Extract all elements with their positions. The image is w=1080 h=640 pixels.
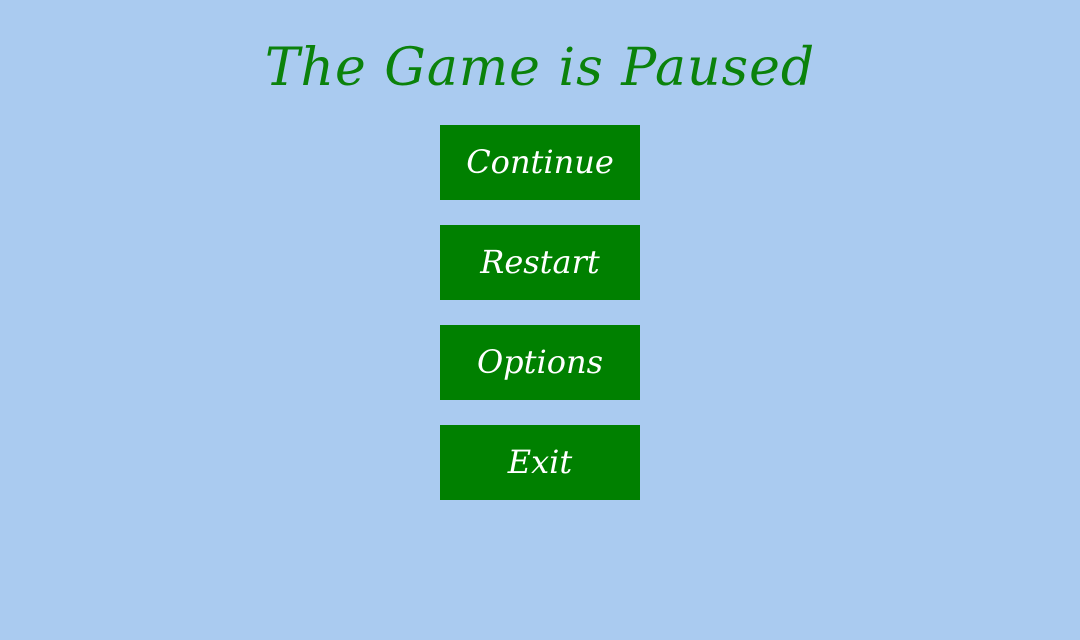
pause-title: The Game is Paused [264,38,816,98]
pause-screen: The Game is Paused Continue Restart Opti… [0,0,1080,640]
continue-button[interactable]: Continue [440,125,640,200]
options-button[interactable]: Options [440,325,640,400]
pause-menu: Continue Restart Options Exit [440,125,640,525]
exit-button[interactable]: Exit [440,425,640,500]
restart-button[interactable]: Restart [440,225,640,300]
